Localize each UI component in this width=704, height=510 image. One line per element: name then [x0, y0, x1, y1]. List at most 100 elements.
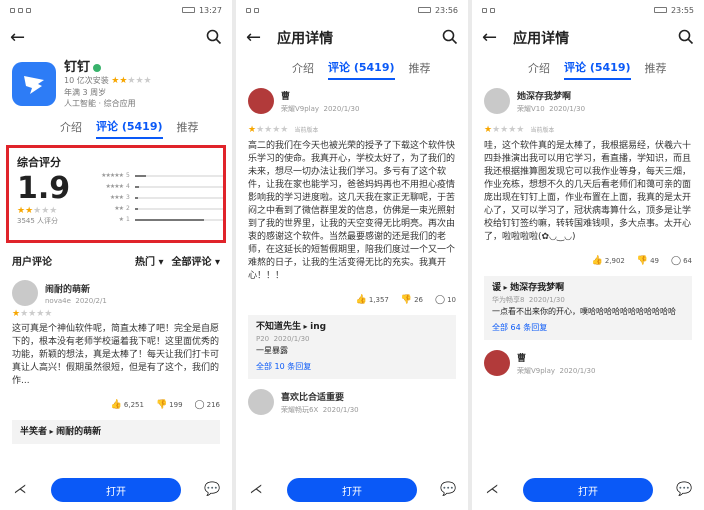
open-button[interactable]: 打开	[523, 478, 653, 502]
avatar[interactable]	[484, 88, 510, 114]
arrow-left-icon[interactable]: ←	[10, 29, 25, 47]
all-replies-link[interactable]: 全部 10 条回复	[256, 361, 448, 373]
tab-reviews[interactable]: 评论 (5419)	[96, 118, 163, 139]
comment-icon[interactable]: 💬	[440, 482, 456, 498]
row-stars: ★★★	[109, 194, 124, 201]
app-bar: ← 应用详情	[236, 20, 468, 56]
distribution-bar	[135, 218, 223, 221]
comment-icon: ◯	[671, 256, 682, 266]
arrow-left-icon[interactable]: ←	[482, 29, 497, 47]
thumbs-up-icon: 👍	[355, 295, 367, 305]
dislike-button[interactable]: 👎 26	[401, 295, 423, 305]
like-button[interactable]: 👍 2,902	[592, 256, 625, 266]
app-bar: ← 应用详情	[472, 20, 704, 56]
sort-dropdown[interactable]: 热门 ▾	[135, 253, 164, 268]
like-button[interactable]: 👍 1,357	[356, 295, 389, 305]
distribution-fill	[135, 196, 138, 199]
wifi-icon	[254, 7, 259, 13]
thumbs-down-icon: 👎	[155, 400, 168, 410]
row-stars: ★	[118, 216, 124, 223]
page-title: 应用详情	[513, 31, 570, 47]
avatar[interactable]	[248, 389, 274, 415]
comment-button[interactable]: ◯ 64	[671, 256, 692, 266]
share-icon[interactable]: ⋌	[484, 482, 500, 498]
review-item: 喜欢比合适重要 荣耀畅玩6X 2020/1/30	[236, 383, 468, 421]
comment-icon: ◯	[194, 400, 205, 410]
status-bar: 23:56	[236, 0, 468, 20]
review-item: 曹 荣耀V9play 2020/1/30	[472, 344, 704, 382]
filter-dropdown[interactable]: 全部评论 ▾	[171, 253, 220, 268]
dislike-button[interactable]: 👎 49	[637, 256, 659, 266]
review-meta: 荣耀V9play 2020/1/30	[517, 366, 596, 375]
tab-intro[interactable]: 介绍	[60, 119, 82, 138]
comment-icon[interactable]: 💬	[204, 482, 220, 498]
comment-icon[interactable]: 💬	[676, 482, 692, 498]
user-reviews-label: 用户评论	[12, 257, 52, 268]
thumbs-up-icon: 👍	[110, 400, 122, 410]
review-item: 曹 荣耀V9play 2020/1/30 ★★★★★ 当前版本 高二的我们在今天也…	[236, 82, 468, 289]
avatar[interactable]	[484, 350, 510, 376]
tab-intro[interactable]: 介绍	[528, 60, 550, 79]
reviewer-name: 闹耐的萌新	[45, 284, 91, 295]
review-stars: ★★★★★	[248, 125, 289, 135]
notification-icon	[246, 7, 251, 13]
phone-screen-1: 13:27 ← 钉钉 10 亿次安装 ★★★★★ 年满 3 周岁 人工智能 · …	[0, 0, 232, 510]
distribution-bar	[135, 207, 223, 210]
phone-screen-2: 23:56 ← 应用详情 介绍 评论 (5419) 推荐 曹 荣耀V9play …	[236, 0, 468, 510]
comment-button[interactable]: ◯ 216	[195, 400, 220, 410]
reviewer-name: 曹	[517, 353, 527, 364]
phone-screen-3: 23:55 ← 应用详情 介绍 评论 (5419) 推荐 她深存我梦啊 荣耀V1…	[472, 0, 704, 510]
share-icon[interactable]: ⋌	[248, 482, 264, 498]
comment-button[interactable]: ◯ 10	[435, 295, 456, 305]
search-icon[interactable]	[206, 29, 222, 45]
status-time: 23:55	[670, 5, 694, 15]
row-label: 1	[126, 216, 130, 223]
search-icon[interactable]	[678, 29, 694, 45]
share-icon[interactable]: ⋌	[12, 482, 28, 498]
tab-bar: 介绍 评论 (5419) 推荐	[472, 56, 704, 82]
distribution-row: ★★★★★ 5	[87, 170, 223, 181]
battery-icon	[417, 7, 431, 13]
notification-icon	[18, 7, 23, 13]
tab-recommend[interactable]: 推荐	[409, 60, 431, 79]
bottom-bar: ⋌ 打开 💬	[0, 470, 232, 510]
bottom-bar: ⋌ 打开 💬	[236, 470, 468, 510]
age-rating: 年满 3 周岁	[64, 88, 107, 97]
dislike-button[interactable]: 👎 199	[156, 400, 183, 410]
arrow-left-icon[interactable]: ←	[246, 29, 261, 47]
tab-recommend[interactable]: 推荐	[177, 119, 199, 138]
like-button[interactable]: 👍 6,251	[111, 400, 144, 410]
tab-reviews[interactable]: 评论 (5419)	[328, 59, 395, 80]
reply-preview[interactable]: 谖 ▸ 她深存我梦啊 华为畅享8 2020/1/30 一点看不出来你的开心，噗哈…	[484, 276, 692, 340]
reply-preview[interactable]: 半笑者 ▸ 闹耐的萌新	[12, 420, 220, 444]
app-bar: ←	[0, 20, 232, 56]
row-label: 2	[126, 205, 130, 212]
wifi-icon	[26, 7, 31, 13]
review-stars: ★★★★★	[12, 309, 53, 319]
review-item: 她深存我梦啊 荣耀V10 2020/1/30 ★★★★★ 当前版本 哇，这个软件真…	[472, 82, 704, 250]
tab-intro[interactable]: 介绍	[292, 60, 314, 79]
tab-reviews[interactable]: 评论 (5419)	[564, 59, 631, 80]
reply-preview[interactable]: 不知道先生 ▸ ing P20 2020/1/30 一星暴露 全部 10 条回复	[248, 315, 456, 379]
distribution-fill	[135, 174, 146, 177]
reply-text: 一点看不出来你的开心，噗哈哈哈哈哈哈哈哈哈哈哈	[492, 307, 676, 316]
row-label: 3	[126, 194, 130, 201]
tab-recommend[interactable]: 推荐	[645, 60, 667, 79]
review-meta: 荣耀畅玩6X 2020/1/30	[281, 405, 359, 414]
notification-icon	[482, 7, 487, 13]
app-name: 钉钉	[64, 60, 91, 75]
bottom-bar: ⋌ 打开 💬	[472, 470, 704, 510]
avatar[interactable]	[12, 280, 38, 306]
distribution-bar	[135, 185, 223, 188]
notification-icon	[10, 7, 15, 13]
review-text: 哇，这个软件真的是太棒了，我根据易经，伏羲六十四卦推演出我可以用它学习，看直播，…	[484, 141, 692, 242]
row-stars: ★★★★	[105, 183, 124, 190]
reviewer-name: 曹	[281, 91, 291, 102]
search-icon[interactable]	[442, 29, 458, 45]
open-button[interactable]: 打开	[287, 478, 417, 502]
all-replies-link[interactable]: 全部 64 条回复	[492, 322, 684, 334]
open-button[interactable]: 打开	[51, 478, 181, 502]
version-label: 当前版本	[530, 127, 555, 134]
battery-icon	[181, 7, 195, 13]
avatar[interactable]	[248, 88, 274, 114]
